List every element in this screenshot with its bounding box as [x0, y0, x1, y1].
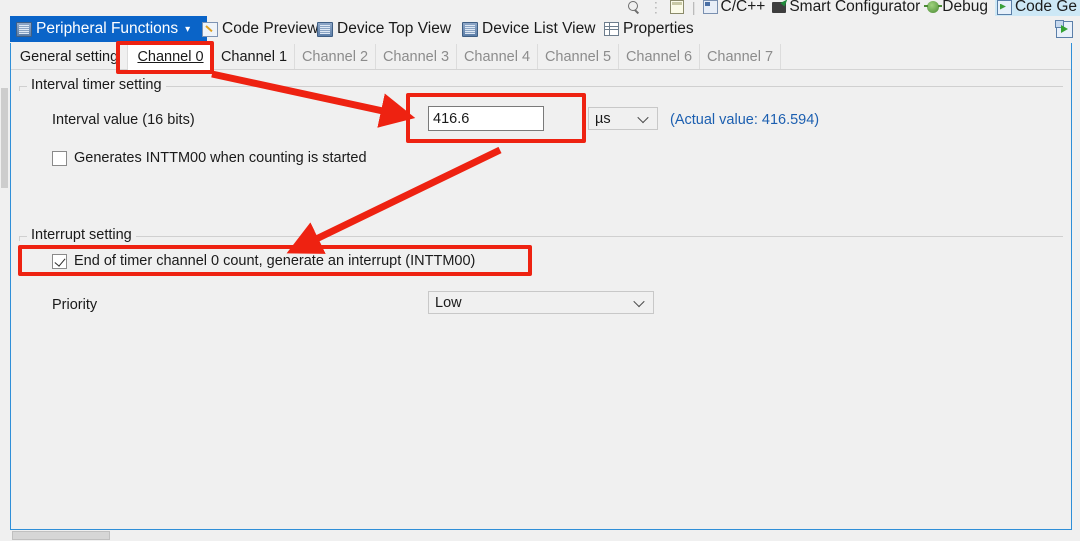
channel-tab-channel-6[interactable]: Channel 6 — [619, 44, 700, 69]
priority-dropdown[interactable]: Low — [428, 291, 654, 314]
view-tab-peripheral-functions-label: Peripheral Functions — [36, 20, 179, 37]
generates-inttm00-checkbox-row[interactable]: Generates INTTM00 when counting is start… — [52, 150, 367, 166]
perspective-debug[interactable]: Debug — [924, 0, 988, 16]
generates-inttm00-label: Generates INTTM00 when counting is start… — [74, 150, 367, 166]
channel-tab-general-setting-label: General setting — [19, 48, 119, 65]
interval-timer-setting-group: Interval timer setting — [19, 77, 1063, 206]
properties-table-icon — [604, 22, 619, 36]
view-tab-device-top-view-label: Device Top View — [337, 20, 452, 37]
perspective-smart-configurator[interactable]: Smart Configurator — [772, 0, 920, 16]
channel-tab-channel-6-label: Channel 6 — [625, 48, 693, 65]
view-tab-properties[interactable]: Properties — [598, 16, 700, 42]
generate-code-icon[interactable] — [1055, 20, 1073, 38]
view-tab-peripheral-functions[interactable]: Peripheral Functions ▾ — [10, 16, 207, 42]
interval-value-input[interactable]: 416.6 — [428, 106, 544, 131]
perspective-layout-icon[interactable] — [669, 0, 684, 14]
code-generate-icon — [996, 0, 1012, 15]
vertical-scrollbar-thumb[interactable] — [1, 88, 8, 188]
perspective-toolbar: ⋮ | C/C++ Smart Configurator Debug Code … — [0, 0, 1080, 16]
interval-unit-dropdown[interactable]: µs — [588, 107, 658, 130]
channel-tab-channel-0-label: Channel 0 — [137, 48, 204, 65]
channel-tab-channel-4-label: Channel 4 — [463, 48, 531, 65]
channel-tab-bar: General setting Channel 0 Channel 1 Chan… — [11, 44, 1071, 70]
chip-icon — [317, 21, 333, 37]
interval-timer-setting-title: Interval timer setting — [27, 77, 166, 93]
view-tab-device-list-view[interactable]: Device List View — [456, 16, 601, 42]
horizontal-scrollbar-track[interactable] — [10, 530, 1072, 541]
channel-tab-channel-2-label: Channel 2 — [301, 48, 369, 65]
actual-value-text: (Actual value: 416.594) — [670, 112, 820, 128]
smart-configurator-window: ⋮ | C/C++ Smart Configurator Debug Code … — [0, 0, 1080, 541]
channel-tab-channel-7-label: Channel 7 — [706, 48, 774, 65]
view-tab-properties-label: Properties — [623, 20, 694, 37]
chip-icon — [16, 21, 32, 37]
interval-unit-value: µs — [595, 110, 611, 127]
end-of-count-label: End of timer channel 0 count, generate a… — [74, 253, 476, 269]
interval-value-text: 416.6 — [433, 110, 470, 127]
generates-inttm00-checkbox[interactable] — [52, 150, 67, 166]
chevron-down-icon — [639, 113, 648, 122]
view-tab-code-preview-label: Code Preview — [222, 20, 319, 37]
channel-tab-channel-3-label: Channel 3 — [382, 48, 450, 65]
end-of-count-checkbox[interactable] — [52, 253, 67, 269]
search-icon[interactable] — [627, 0, 641, 14]
interrupt-setting-title: Interrupt setting — [27, 227, 136, 243]
end-of-count-checkbox-row[interactable]: End of timer channel 0 count, generate a… — [52, 253, 475, 269]
chip-icon — [462, 21, 478, 37]
perspective-cpp[interactable]: C/C++ — [702, 0, 766, 16]
priority-value: Low — [435, 294, 462, 311]
horizontal-scrollbar-thumb[interactable] — [12, 531, 110, 540]
chevron-down-icon[interactable]: ▾ — [185, 24, 190, 35]
vertical-scrollbar-track[interactable] — [0, 43, 9, 530]
pencil-edit-icon — [202, 21, 218, 37]
toolbar-divider: ⋮ — [648, 0, 663, 15]
perspective-cpp-label: C/C++ — [720, 0, 766, 15]
channel-tab-channel-0[interactable]: Channel 0 — [128, 44, 214, 70]
view-tab-bar: Peripheral Functions ▾ Code Preview Devi… — [0, 16, 1080, 42]
channel-tab-channel-7[interactable]: Channel 7 — [700, 44, 781, 69]
interval-value-label: Interval value (16 bits) — [52, 112, 195, 128]
view-tab-device-top-view[interactable]: Device Top View — [311, 16, 457, 42]
channel-tab-channel-2[interactable]: Channel 2 — [295, 44, 376, 69]
priority-label: Priority — [52, 297, 98, 313]
perspective-debug-label: Debug — [942, 0, 988, 15]
cpp-perspective-icon — [702, 0, 718, 14]
smart-configurator-icon — [772, 1, 787, 13]
perspective-code-generate-label: Code Ge — [1014, 0, 1077, 15]
view-tab-device-list-view-label: Device List View — [482, 20, 596, 37]
chevron-down-icon — [635, 297, 644, 306]
channel-tab-general-setting[interactable]: General setting — [11, 44, 128, 69]
channel-tab-channel-1-label: Channel 1 — [220, 48, 288, 65]
channel-tab-channel-3[interactable]: Channel 3 — [376, 44, 457, 69]
channel-tab-channel-1[interactable]: Channel 1 — [214, 44, 295, 69]
channel-tab-channel-5[interactable]: Channel 5 — [538, 44, 619, 69]
perspective-code-generate[interactable]: Code Ge — [994, 0, 1080, 16]
channel-tab-channel-5-label: Channel 5 — [544, 48, 612, 65]
view-tab-code-preview[interactable]: Code Preview — [196, 16, 325, 42]
toolbar-divider-2: | — [691, 0, 696, 15]
channel-tab-channel-4[interactable]: Channel 4 — [457, 44, 538, 69]
perspective-smart-configurator-label: Smart Configurator — [789, 0, 921, 15]
debug-bug-icon — [924, 1, 943, 13]
interrupt-setting-group: Interrupt setting — [19, 227, 1063, 336]
